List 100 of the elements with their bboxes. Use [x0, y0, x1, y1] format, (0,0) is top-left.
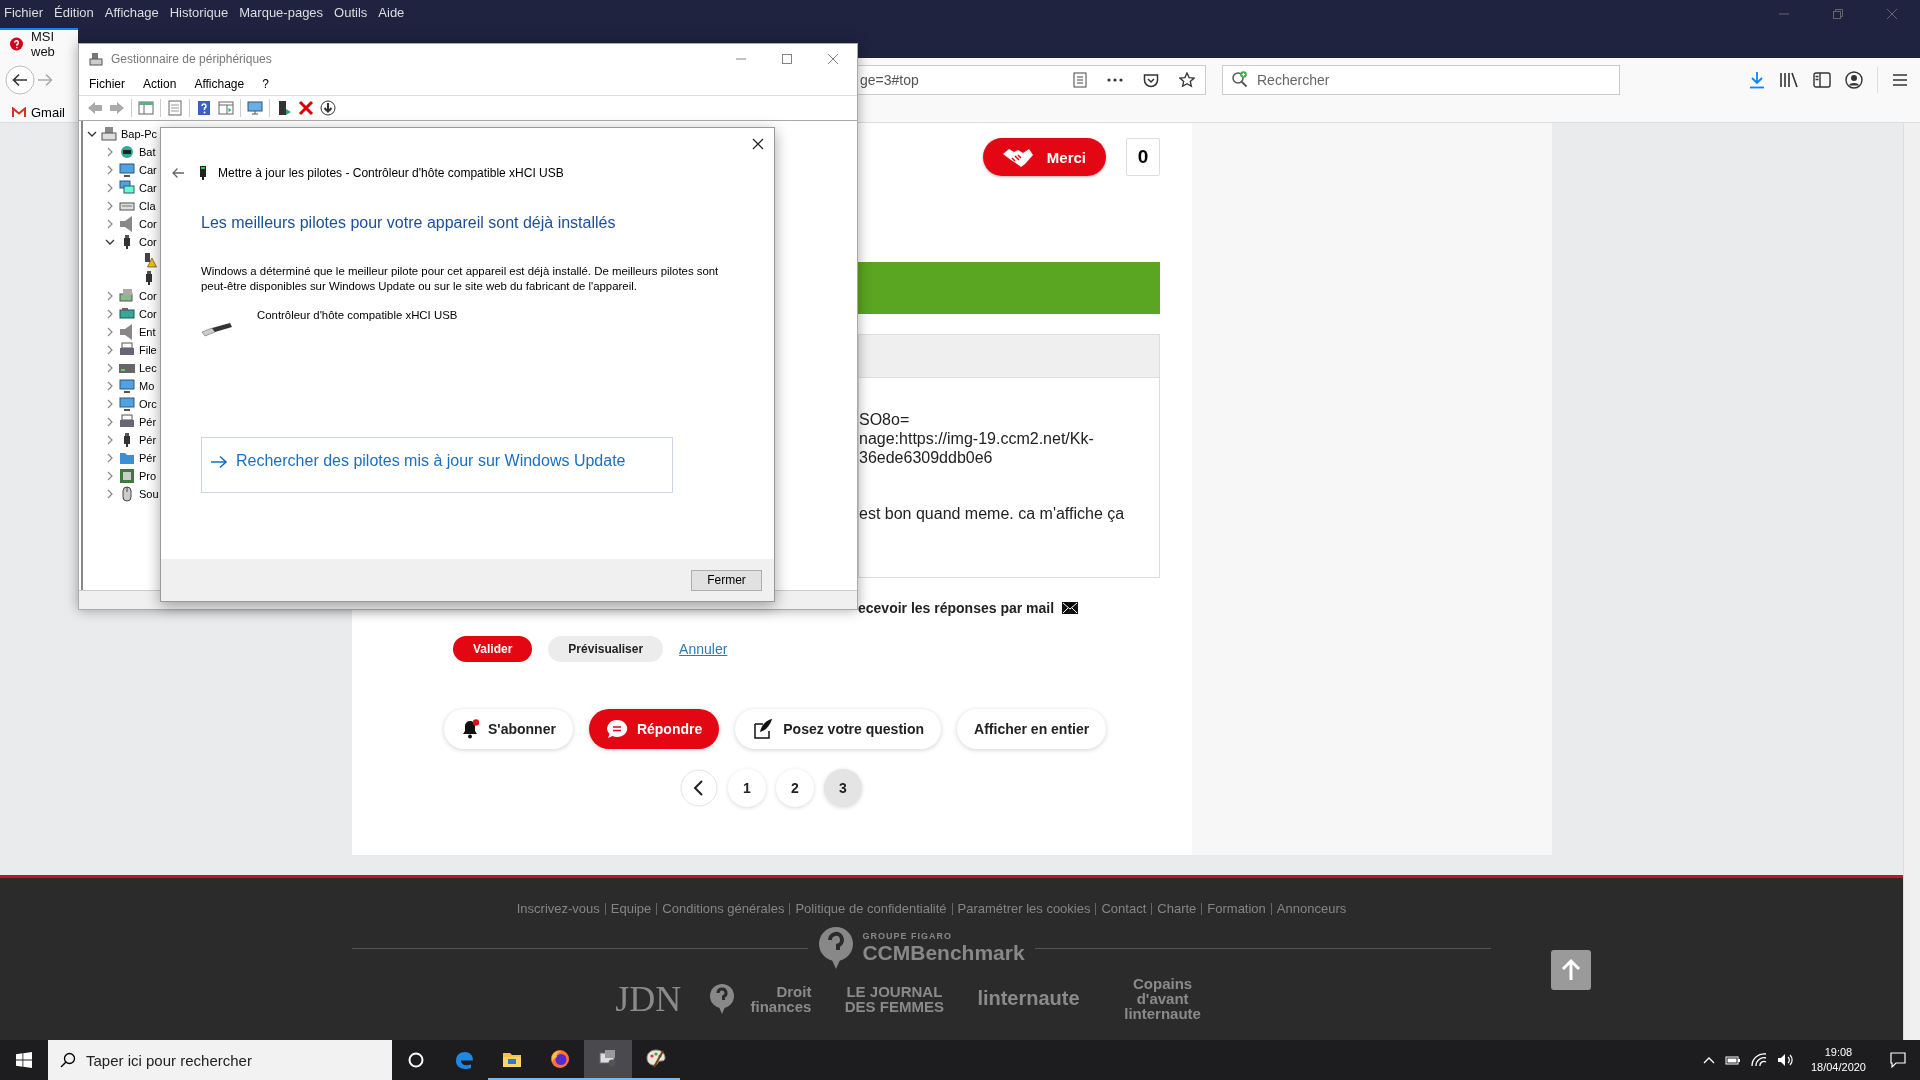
brand-logo[interactable]: Copains d'avant linternaute — [1107, 976, 1218, 1021]
tree-item[interactable]: Car — [139, 164, 157, 176]
reply-button[interactable]: Répondre — [588, 709, 720, 749]
clock-time[interactable]: 19:08 — [1824, 1045, 1853, 1060]
tree-item[interactable]: Pér — [139, 434, 157, 446]
restore-icon[interactable] — [1832, 8, 1844, 20]
reader-icon[interactable] — [1073, 72, 1087, 88]
star-icon[interactable] — [1179, 72, 1195, 88]
tree-item[interactable]: Cor — [139, 308, 157, 320]
back-icon[interactable] — [5, 65, 35, 95]
footer-link[interactable]: Formation — [1207, 901, 1266, 916]
search-field[interactable]: Rechercher — [1222, 65, 1620, 95]
library-icon[interactable] — [1779, 72, 1799, 88]
menu-item[interactable]: Outils — [334, 4, 368, 20]
expand-icon[interactable] — [105, 363, 115, 373]
expand-icon[interactable] — [105, 219, 115, 229]
download-icon[interactable] — [320, 100, 336, 116]
brand-logo[interactable]: Droit finances — [709, 982, 812, 1015]
menu-item[interactable]: Fichier — [4, 4, 43, 20]
taskbar-search-field[interactable]: Taper ici pour rechercher — [48, 1040, 392, 1080]
expand-icon[interactable] — [105, 471, 115, 481]
scrollbar[interactable] — [1903, 123, 1920, 1040]
expand-icon[interactable] — [105, 327, 115, 337]
tree-item[interactable]: File — [139, 344, 157, 356]
clock-date[interactable]: 18/04/2020 — [1810, 1060, 1866, 1075]
footer-link[interactable]: Equipe — [610, 901, 652, 916]
thanks-button[interactable]: Merci — [982, 138, 1106, 176]
collapse-icon[interactable] — [87, 129, 97, 139]
tree-item[interactable]: Pro — [139, 470, 157, 482]
menu-item[interactable]: Affichage — [194, 77, 245, 91]
tree-item[interactable]: Car — [139, 182, 157, 194]
properties-icon[interactable] — [167, 100, 183, 116]
show-all-button[interactable]: Afficher en entier — [957, 709, 1107, 749]
update-driver-icon[interactable] — [276, 100, 292, 116]
expand-icon[interactable] — [105, 201, 115, 211]
menu-item[interactable]: Fichier — [89, 77, 125, 91]
panel-icon[interactable] — [138, 100, 154, 116]
subscribe-button[interactable]: S'abonner — [444, 709, 573, 749]
battery-icon[interactable] — [1724, 1054, 1741, 1066]
expand-icon[interactable] — [105, 309, 115, 319]
forward-icon[interactable] — [109, 100, 125, 116]
submit-button[interactable]: Valider — [453, 636, 533, 662]
footer-link[interactable]: Charte — [1157, 901, 1197, 916]
sidebar-icon[interactable] — [1813, 72, 1831, 88]
page-button[interactable]: 3 — [824, 769, 862, 807]
expand-icon[interactable] — [105, 345, 115, 355]
expand-icon[interactable] — [105, 489, 115, 499]
tree-item[interactable]: Pér — [139, 452, 157, 464]
footer-link[interactable]: Paramétrer les cookies — [957, 901, 1091, 916]
notification-icon[interactable] — [1890, 1052, 1906, 1068]
menu-item[interactable]: Aide — [378, 4, 405, 20]
help-icon[interactable] — [196, 100, 212, 116]
menu-item[interactable]: ? — [262, 77, 269, 91]
volume-icon[interactable] — [1776, 1053, 1795, 1067]
close-icon[interactable] — [752, 138, 764, 150]
footer-link[interactable]: Politique de confidentialité — [795, 901, 947, 916]
expand-icon[interactable] — [105, 435, 115, 445]
footer-link[interactable]: Contact — [1101, 901, 1147, 916]
tree-item[interactable]: Orc — [139, 398, 157, 410]
close-button[interactable]: Fermer — [691, 569, 762, 591]
expand-icon[interactable] — [105, 165, 115, 175]
tree-item[interactable]: Cor — [139, 290, 157, 302]
group-logo[interactable]: GROUPE FIGARO CCMBenchmark — [818, 926, 1025, 970]
footer-link[interactable]: Annonceurs — [1276, 901, 1347, 916]
expand-icon[interactable] — [105, 147, 115, 157]
windows-icon[interactable] — [16, 1052, 32, 1068]
bookmark-link[interactable]: Gmail — [12, 104, 65, 120]
taskbar-button[interactable] — [584, 1040, 632, 1080]
footer-link[interactable]: Conditions générales — [662, 901, 785, 916]
menu-item[interactable]: Édition — [54, 4, 94, 20]
tree-item[interactable]: Mo — [139, 380, 155, 392]
wifi-icon[interactable] — [1750, 1053, 1767, 1067]
expand-icon[interactable] — [105, 381, 115, 391]
tree-item[interactable]: Sou — [139, 488, 159, 500]
scroll-top-button[interactable] — [1551, 950, 1591, 990]
expand-icon[interactable] — [105, 453, 115, 463]
tree-item[interactable]: Bap-Pc — [121, 128, 158, 140]
tree-item[interactable]: Pér — [139, 416, 157, 428]
more-icon[interactable] — [1107, 78, 1123, 82]
address-field[interactable]: ge=3#top — [858, 65, 1206, 95]
menu-item[interactable]: Affichage — [104, 4, 159, 20]
tree-item[interactable]: Ent — [139, 326, 156, 338]
brand-logo[interactable]: linternaute — [977, 987, 1080, 1010]
delete-icon[interactable] — [298, 100, 314, 116]
menu-icon[interactable] — [1892, 73, 1908, 87]
tree-item[interactable]: Cor — [139, 218, 157, 230]
brand-logo[interactable]: JDN — [615, 977, 682, 1020]
panel-icon[interactable] — [218, 100, 234, 116]
tree-item[interactable]: Cla — [139, 200, 156, 212]
tree-item[interactable]: Cor — [139, 236, 157, 248]
cancel-link[interactable]: Annuler — [679, 641, 728, 657]
collapse-icon[interactable] — [105, 237, 115, 247]
previous-page-icon[interactable] — [680, 769, 718, 807]
footer-link[interactable]: Inscrivez-vous — [516, 901, 600, 916]
expand-icon[interactable] — [105, 183, 115, 193]
windows-update-link[interactable]: Rechercher des pilotes mis à jour sur Windows Update — [201, 437, 673, 493]
monitor-icon[interactable] — [247, 100, 263, 116]
page-button[interactable]: 2 — [776, 769, 814, 807]
menu-item[interactable]: Marque-pages — [239, 4, 324, 20]
pocket-icon[interactable] — [1143, 72, 1159, 88]
